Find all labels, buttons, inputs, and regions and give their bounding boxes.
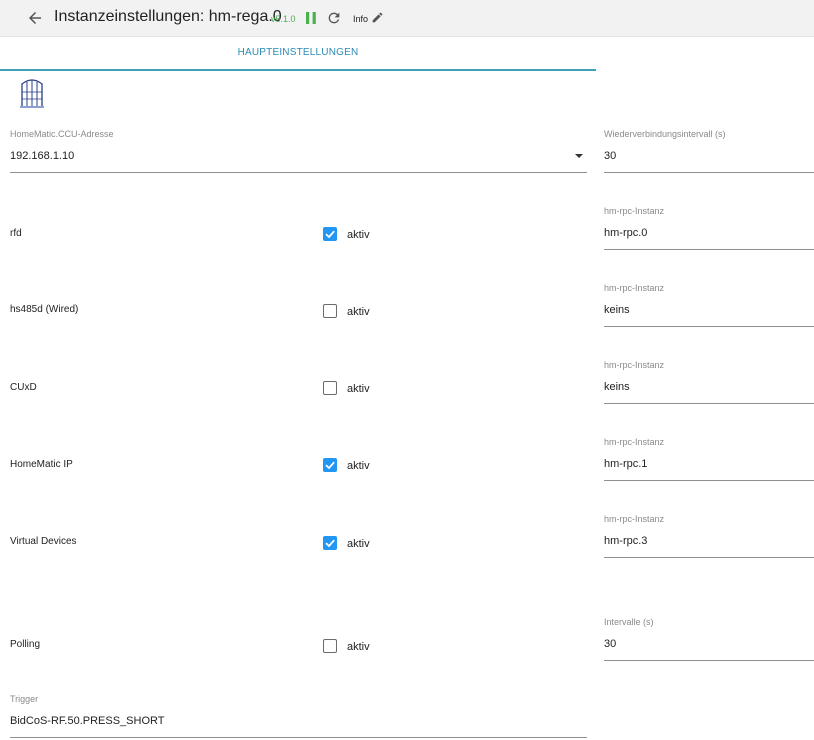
checkbox-homematic-ip-label: aktiv: [347, 460, 370, 472]
checkbox-checked-icon: [325, 230, 335, 239]
checkbox-checked-icon: [325, 461, 335, 470]
ccu-address-select[interactable]: 192.168.1.10: [10, 150, 74, 162]
instance-value-homematic-ip[interactable]: hm-rpc.1: [604, 458, 647, 470]
info-link[interactable]: Info: [353, 14, 368, 24]
instance-underline-hs485d: [604, 326, 814, 327]
daemon-label-hs485d: hs485d (Wired): [10, 304, 79, 315]
checkbox-rfd[interactable]: [323, 227, 337, 241]
instance-label-cuxd: hm-rpc-Instanz: [604, 360, 665, 370]
checkbox-cuxd-label: aktiv: [347, 383, 370, 395]
version-badge: v5.1.0: [271, 14, 296, 24]
checkbox-checked-icon: [325, 539, 335, 548]
ccu-address-label: HomeMatic.CCU-Adresse: [10, 129, 114, 139]
checkbox-homematic-ip[interactable]: [323, 458, 337, 472]
page-title: Instanzeinstellungen: hm-rega.0: [54, 8, 282, 25]
reconnect-interval-label: Wiederverbindungsintervall (s): [604, 129, 726, 139]
checkbox-polling[interactable]: [323, 639, 337, 653]
trigger-label: Trigger: [10, 694, 39, 704]
checkbox-cuxd[interactable]: [323, 381, 337, 395]
tab-main-settings[interactable]: HAUPTEINSTELLUNGEN: [0, 37, 596, 71]
reconnect-interval-underline: [604, 172, 814, 173]
instance-underline-homematic-ip: [604, 480, 814, 481]
instance-value-virtual-devices[interactable]: hm-rpc.3: [604, 535, 647, 547]
daemon-label-virtual-devices: Virtual Devices: [10, 536, 77, 547]
pause-icon[interactable]: [305, 11, 317, 25]
reconnect-interval-input[interactable]: 30: [604, 150, 616, 162]
pencil-icon[interactable]: [371, 11, 384, 24]
checkbox-rfd-label: aktiv: [347, 229, 370, 241]
instance-underline-cuxd: [604, 403, 814, 404]
top-toolbar: Instanzeinstellungen: hm-rega.0 v5.1.0 I…: [0, 0, 814, 37]
instance-label-virtual-devices: hm-rpc-Instanz: [604, 514, 665, 524]
instance-label-homematic-ip: hm-rpc-Instanz: [604, 437, 665, 447]
checkbox-hs485d-label: aktiv: [347, 306, 370, 318]
instance-underline-rfd: [604, 249, 814, 250]
instance-label-hs485d: hm-rpc-Instanz: [604, 283, 665, 293]
trigger-input[interactable]: BidCoS-RF.50.PRESS_SHORT: [10, 715, 164, 727]
dropdown-arrow-icon[interactable]: [575, 154, 583, 158]
daemon-label-rfd: rfd: [10, 228, 22, 239]
daemon-label-homematic-ip: HomeMatic IP: [10, 459, 73, 470]
arrow-back-icon[interactable]: [26, 9, 44, 27]
daemon-label-cuxd: CUxD: [10, 382, 37, 393]
polling-interval-underline: [604, 660, 814, 661]
instance-value-cuxd[interactable]: keins: [604, 381, 630, 393]
polling-label: Polling: [10, 639, 41, 650]
instance-settings-page: Instanzeinstellungen: hm-rega.0 v5.1.0 I…: [0, 0, 814, 740]
tab-main-settings-label: HAUPTEINSTELLUNGEN: [237, 47, 359, 58]
instance-value-hs485d[interactable]: keins: [604, 304, 630, 316]
instance-label-rfd: hm-rpc-Instanz: [604, 206, 665, 216]
checkbox-polling-label: aktiv: [347, 641, 370, 653]
instance-value-rfd[interactable]: hm-rpc.0: [604, 227, 647, 239]
checkbox-virtual-devices[interactable]: [323, 536, 337, 550]
polling-interval-input[interactable]: 30: [604, 638, 616, 650]
checkbox-virtual-devices-label: aktiv: [347, 538, 370, 550]
polling-interval-label: Intervalle (s): [604, 617, 654, 627]
homematic-logo: [20, 79, 44, 108]
ccu-address-underline: [10, 172, 587, 173]
reload-icon[interactable]: [326, 10, 342, 26]
instance-underline-virtual-devices: [604, 557, 814, 558]
trigger-underline: [10, 737, 587, 738]
checkbox-hs485d[interactable]: [323, 304, 337, 318]
